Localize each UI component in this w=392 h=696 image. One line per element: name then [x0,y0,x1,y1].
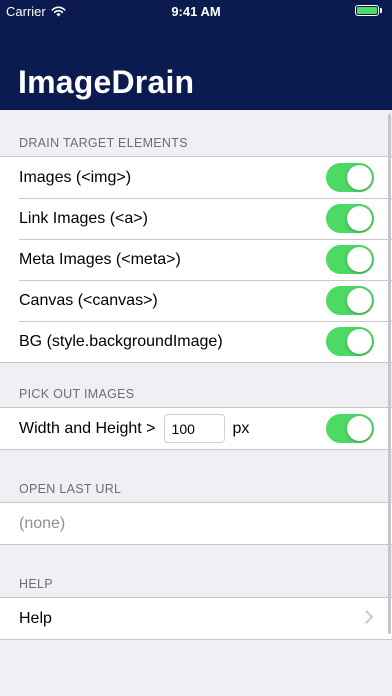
help-row[interactable]: Help [0,598,392,639]
scrollbar[interactable] [388,114,391,634]
battery-body [355,5,379,16]
drain-label-link: Link Images (<a>) [19,209,148,227]
battery-nub [380,8,382,13]
toggle-knob [347,165,372,190]
drain-label-meta: Meta Images (<meta>) [19,250,181,268]
size-filter-row: Width and Height > px [0,408,392,449]
drain-row-bg: BG (style.backgroundImage) [0,321,392,362]
section-header-help: HELP [19,577,53,591]
help-label: Help [19,609,52,627]
toggle-size-filter[interactable] [326,414,374,443]
open-last-group: (none) [0,502,392,545]
drain-label-img: Images (<img>) [19,168,132,186]
help-group: Help [0,597,392,640]
section-header-pick: PICK OUT IMAGES [19,387,135,401]
toggle-canvas[interactable] [326,286,374,315]
size-input[interactable] [163,414,225,443]
toggle-bg[interactable] [326,327,374,356]
size-unit-label: px [232,419,250,437]
toggle-knob [347,416,372,441]
drain-label-canvas: Canvas (<canvas>) [19,291,158,309]
drain-row-meta: Meta Images (<meta>) [0,239,392,280]
toggle-link[interactable] [326,204,374,233]
battery-level [357,7,377,14]
drain-row-canvas: Canvas (<canvas>) [0,280,392,321]
battery-icon [355,5,382,16]
toggle-knob [347,247,372,272]
drain-row-img: Images (<img>) [0,157,392,198]
toggle-knob [347,206,372,231]
open-last-url-row[interactable]: (none) [0,503,392,544]
pick-group: Width and Height > px [0,407,392,450]
navigation-bar: Carrier 9:41 AM ImageDrain [0,0,392,110]
page-title: ImageDrain [18,64,195,100]
status-time: 9:41 AM [171,4,221,19]
last-url-value: (none) [19,514,66,532]
section-header-drain: DRAIN TARGET ELEMENTS [19,136,188,150]
toggle-knob [347,329,372,354]
toggle-meta[interactable] [326,245,374,274]
chevron-right-icon [365,607,374,630]
toggle-img[interactable] [326,163,374,192]
settings-list[interactable]: DRAIN TARGET ELEMENTS Images (<img>) Lin… [0,110,392,696]
section-header-open-last: OPEN LAST URL [19,482,122,496]
toggle-knob [347,288,372,313]
drain-label-bg: BG (style.backgroundImage) [19,332,223,350]
size-filter-label: Width and Height > [19,419,156,437]
drain-row-link: Link Images (<a>) [0,198,392,239]
drain-group: Images (<img>) Link Images (<a>) Meta Im… [0,156,392,363]
status-bar: Carrier 9:41 AM [0,0,392,22]
